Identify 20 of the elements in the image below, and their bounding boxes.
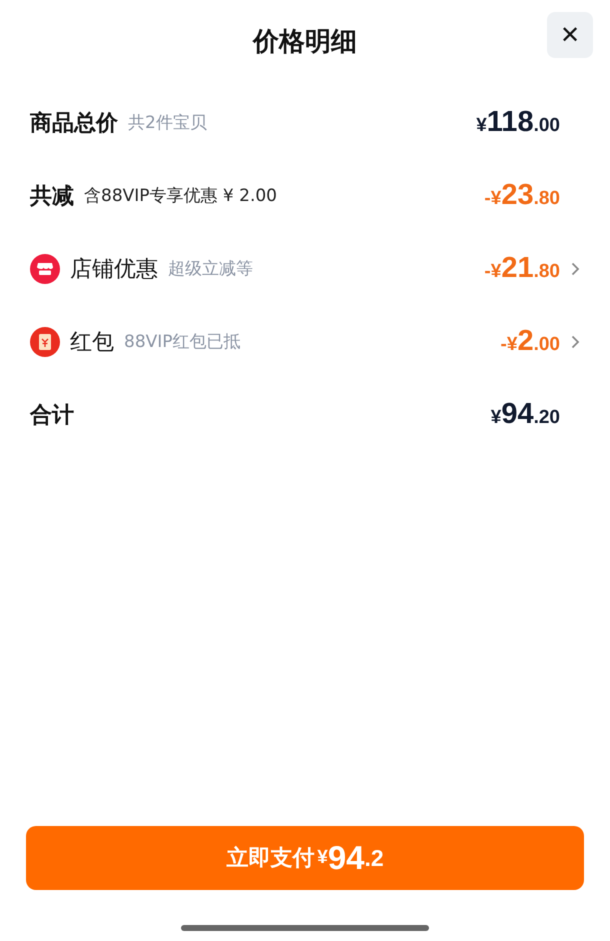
row-label: 红包 bbox=[70, 328, 114, 356]
sheet-title: 价格明细 bbox=[253, 26, 357, 58]
price-amount: ¥118.00 bbox=[476, 106, 560, 139]
row-note: 共2件宝贝 bbox=[128, 112, 207, 134]
shop-icon bbox=[30, 254, 60, 284]
row-note: 88VIP红包已抵 bbox=[124, 331, 241, 353]
price-amount: -¥2.00 bbox=[500, 325, 560, 358]
row-label: 共减 bbox=[30, 182, 74, 210]
row-note: 含88VIP专享优惠 ¥ 2.00 bbox=[84, 185, 278, 207]
close-button[interactable]: ✕ bbox=[547, 12, 593, 58]
envelope-icon bbox=[30, 326, 60, 356]
price-amount: ¥94.20 bbox=[490, 398, 560, 431]
chevron-right-icon[interactable] bbox=[571, 334, 580, 348]
price-amount: -¥23.80 bbox=[484, 179, 560, 212]
row-label: 店铺优惠 bbox=[70, 256, 158, 284]
row-note: 超级立减等 bbox=[168, 258, 253, 280]
chevron-right-icon[interactable] bbox=[571, 262, 580, 276]
row-label: 商品总价 bbox=[30, 110, 118, 138]
price-amount: -¥21.80 bbox=[484, 252, 560, 285]
row-label: 合计 bbox=[30, 402, 74, 430]
